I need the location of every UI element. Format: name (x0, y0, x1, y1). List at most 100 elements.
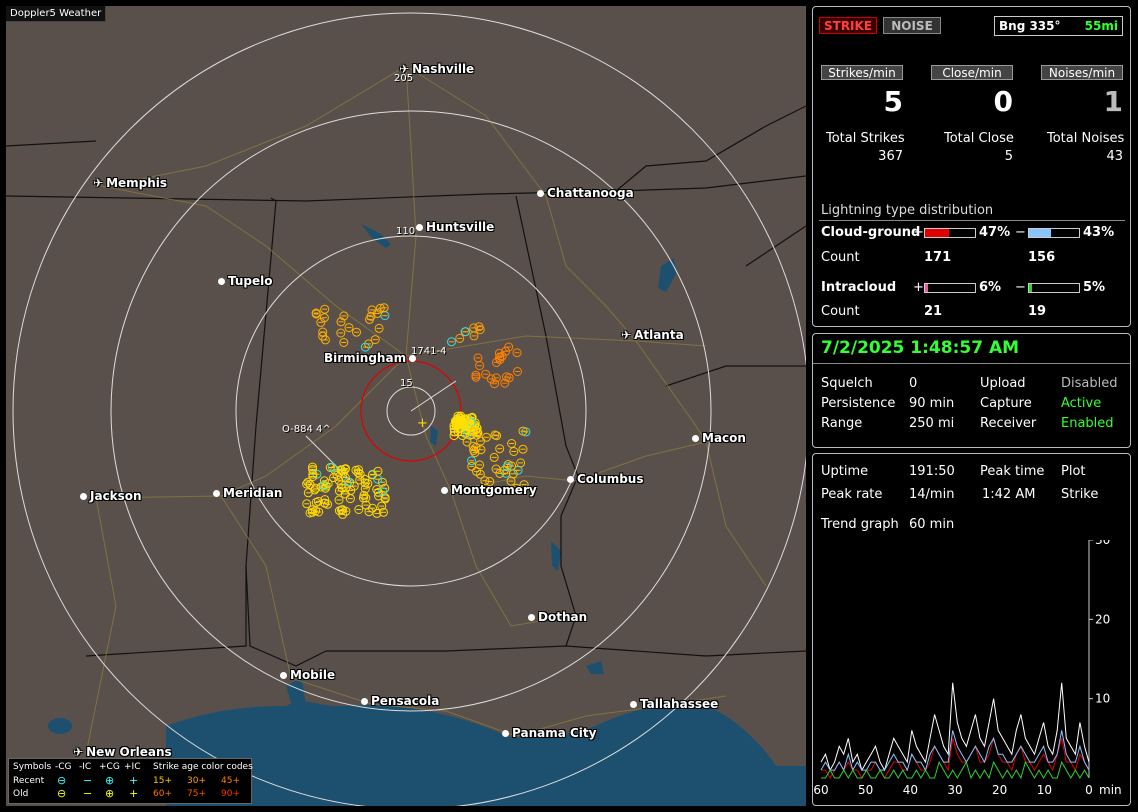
trend-series-line (820, 682, 1090, 772)
total-strikes-value: 367 (878, 149, 903, 164)
cg-pos-pct: 47% (979, 225, 1011, 240)
cg-count-label: Count (821, 250, 860, 265)
distance-value: 55mi (1084, 19, 1118, 33)
city-label: Columbus (577, 472, 644, 486)
city-mobile: Mobile (280, 668, 335, 682)
range-label: Range (821, 416, 863, 431)
strike-stats-panel: STRIKE NOISE Bng 335° 55mi Strikes/min C… (812, 6, 1131, 327)
receiver-label: Receiver (980, 416, 1037, 431)
city-tallahassee: Tallahassee (630, 697, 718, 711)
total-close-value: 5 (1004, 149, 1013, 164)
airport-icon: ✈ (621, 328, 632, 342)
y-tick-label: 30 (1095, 540, 1110, 547)
city-label: Montgomery (451, 483, 537, 497)
x-tick-label: 20 (992, 783, 1007, 797)
status-divider (813, 363, 1130, 364)
capture-label: Capture (980, 396, 1032, 411)
neg-ic-recent-icon: − (83, 774, 93, 787)
strike-legend: Symbols -CG -IC +CG +IC Strike age color… (8, 758, 253, 804)
city-pensacola: Pensacola (361, 694, 439, 708)
plot-label: Plot (1061, 464, 1086, 479)
city-label: Huntsville (426, 220, 495, 234)
x-tick-label: 40 (903, 783, 918, 797)
distribution-divider (819, 220, 1125, 221)
ic-neg-sign: − (1015, 280, 1026, 295)
strikes-per-min-label: Strikes/min (821, 65, 903, 80)
legend-recent-age-3: 45+ (221, 776, 240, 786)
cg-neg-pct: 43% (1083, 225, 1115, 240)
legend-age-label: Strike age color codes (153, 762, 253, 772)
city-label: Memphis (106, 176, 168, 190)
gulf-water (166, 701, 806, 806)
city-dothan: Dothan (528, 610, 587, 624)
legend-col-pos-cg: +CG (99, 762, 120, 772)
ring-label-110: 110 (396, 226, 416, 237)
ic-neg-count: 19 (1028, 304, 1047, 319)
squelch-label: Squelch (821, 376, 873, 391)
cg-neg-count: 156 (1028, 250, 1056, 265)
y-tick-label: 10 (1095, 692, 1110, 706)
city-label: Chattanooga (547, 186, 634, 200)
city-label: Pensacola (371, 694, 440, 708)
airport-icon: ✈ (73, 745, 84, 759)
cg-label: Cloud-ground (821, 225, 921, 240)
city-label: Mobile (290, 668, 336, 682)
ic-count-label: Count (821, 304, 860, 319)
ic-neg-bar-fill (1029, 284, 1032, 292)
city-label: Panama City (512, 726, 597, 740)
x-tick-label: 50 (858, 783, 873, 797)
plot-value: Strike (1061, 487, 1099, 502)
city-dot-icon (537, 190, 544, 197)
total-strikes-label: Total Strikes (826, 131, 905, 146)
noises-per-min-label: Noises/min (1041, 65, 1123, 80)
peak-rate-label: Peak rate (821, 487, 883, 502)
persistence-label: Persistence (821, 396, 896, 411)
range-value: 250 mi (909, 416, 955, 431)
city-new-orleans: ✈ New Orleans (73, 745, 172, 759)
cg-neg-bar (1028, 228, 1080, 238)
airport-icon: ✈ (93, 176, 104, 190)
x-tick-label: 0 (1085, 783, 1093, 797)
city-dot-icon (502, 730, 509, 737)
city-label: Nashville (412, 62, 475, 76)
city-meridian: Meridian (213, 486, 282, 500)
x-tick-label: 10 (1037, 783, 1052, 797)
lightning-map[interactable]: + ✈ Nashville ✈ Memphis Chattanooga Huntsvill… (6, 6, 806, 806)
city-label: Meridian (223, 486, 283, 500)
neg-ic-old-icon: − (83, 787, 93, 800)
y-tick-label: 20 (1095, 612, 1110, 626)
trend-panel: Uptime 191:50 Peak time Plot Peak rate 1… (812, 453, 1131, 806)
city-memphis: ✈ Memphis (93, 176, 167, 190)
city-label: Macon (702, 431, 746, 445)
pos-ic-old-icon: + (129, 787, 139, 800)
pos-ic-recent-icon: + (129, 774, 139, 787)
city-label: New Orleans (86, 745, 172, 759)
close-per-min-value: 0 (993, 85, 1013, 118)
legend-col-pos-ic: +IC (124, 762, 141, 772)
ring-label-15: 15 (400, 378, 413, 389)
total-close-label: Total Close (944, 131, 1014, 146)
legend-recent-age-1: 15+ (153, 776, 172, 786)
legend-old-label: Old (13, 789, 29, 799)
city-montgomery: Montgomery (441, 483, 537, 497)
legend-old-age-1: 60+ (153, 789, 172, 799)
city-dot-icon (567, 476, 574, 483)
legend-old-age-2: 75+ (187, 789, 206, 799)
cg-neg-sign: − (1015, 225, 1026, 240)
total-noises-label: Total Noises (1047, 131, 1125, 146)
trend-series-line (821, 760, 1090, 780)
city-label: Birmingham (324, 351, 407, 365)
x-tick-label: 60 (813, 783, 828, 797)
trend-value: 60 min (909, 517, 955, 532)
legend-col-neg-ic: -IC (79, 762, 92, 772)
city-dot-icon (80, 493, 87, 500)
upload-label: Upload (980, 376, 1026, 391)
peak-time-label: Peak time (980, 464, 1045, 479)
cg-pos-count: 171 (924, 250, 952, 265)
city-dot-icon (630, 701, 637, 708)
cg-pos-bar-fill (925, 229, 949, 237)
ic-label: Intracloud (821, 280, 897, 295)
svg-text:+: + (417, 416, 428, 431)
city-panama-city: Panama City (502, 726, 596, 740)
city-jackson: Jackson (80, 489, 142, 503)
